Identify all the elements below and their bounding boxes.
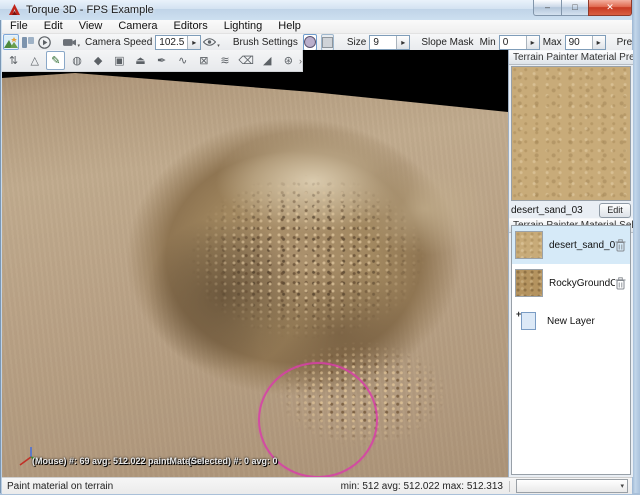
menu-help[interactable]: Help [270,20,309,33]
menu-editors[interactable]: Editors [165,20,215,33]
visibility-flyout-arrow: ▾ [217,43,220,49]
menu-view[interactable]: View [71,20,111,33]
minimize-icon: – [545,3,550,12]
app-logo-icon [8,4,21,16]
camera-menu-button[interactable]: ▾ [62,34,81,50]
window-border-right [632,0,640,495]
chevron-down-icon: ▾ [620,482,624,490]
grab-terrain-tool[interactable]: ⇅ [4,51,23,70]
status-separator [509,481,510,492]
brush-shape-ellipse-button[interactable] [303,34,317,51]
flatten-tool[interactable]: ▣ [110,51,129,70]
minimize-button[interactable]: – [533,0,562,16]
status-hint-text: Paint material on terrain [7,481,113,492]
play-game-button[interactable] [37,34,52,50]
slope-min-field[interactable]: 0 ▸ [499,35,540,50]
editor-panels-button[interactable] [21,34,35,50]
panels-icon [22,37,34,48]
main-toolbar: ▾ Camera Speed 102.5 ▸ ▾ Brush Settings … [2,34,632,51]
terrain-height-stats: min: 512 avg: 512.022 max: 512.313 [341,481,503,492]
window-title: Torque 3D - FPS Example [26,4,154,16]
terrain-editor-mode-button[interactable] [3,34,19,50]
camera-icon [63,38,76,47]
slope-max-value: 90 [566,37,592,48]
camera-flyout-arrow: ▾ [77,43,80,49]
menu-lighting[interactable]: Lighting [216,20,271,33]
material-preview-header: Terrain Painter Material Preview [509,50,633,65]
torque-3d-window: Torque 3D - FPS Example – □ ✕ File Edit … [0,0,640,495]
slope-min-label: Min [480,37,496,48]
title-bar: Torque 3D - FPS Example – □ ✕ [0,0,640,20]
material-item-rocky-ground-cover[interactable]: RockyGroundCover [512,264,630,302]
menu-edit[interactable]: Edit [36,20,71,33]
slope-mask-label: Slope Mask [421,37,473,48]
erase-tool[interactable]: ⌫ [237,51,256,70]
toolbar-overflow-icon[interactable]: › [299,56,302,66]
mouse-terrain-info: (Mouse) #: 69 avg: 512.022 paintMaterial [32,456,204,466]
status-bar: Paint material on terrain min: 512 avg: … [2,477,632,494]
visibility-menu-button[interactable]: ▾ [202,34,221,50]
brush-settings-label: Brush Settings [233,37,298,48]
brush-size-field[interactable]: 9 ▸ [369,35,410,50]
camera-speed-spinner[interactable]: ▸ [187,36,200,49]
window-controls: – □ ✕ [533,0,632,16]
eye-icon [203,38,216,46]
size-label: Size [347,37,366,48]
slope-max-spinner[interactable]: ▸ [592,36,605,49]
menu-file[interactable]: File [2,20,36,33]
close-button[interactable]: ✕ [588,0,632,16]
edit-material-button[interactable]: Edit [599,203,631,218]
play-icon [38,36,51,49]
selected-terrain-info: (Selected) #: 0 avg: 0 [188,456,278,466]
paint-noise-tool[interactable]: ◆ [89,51,108,70]
delete-layer-icon[interactable] [615,239,626,252]
slope-max-label: Max [543,37,562,48]
status-dropdown[interactable]: ▾ [516,479,628,493]
viewport-3d[interactable]: (Mouse) #: 69 avg: 512.022 paintMaterial… [2,50,508,477]
terrain-ground [2,50,508,477]
material-thumbnail [515,231,543,259]
paint-material-tool[interactable]: ✎ [46,51,65,70]
brush-size-value: 9 [370,37,396,48]
brush-size-spinner[interactable]: ▸ [396,36,409,49]
ramp-tool[interactable]: ◢ [258,51,277,70]
mountain-icon [4,36,18,48]
menu-bar: File Edit View Camera Editors Lighting H… [2,20,632,34]
camera-speed-field[interactable]: 102.5 ▸ [155,35,201,50]
material-thumbnail [515,269,543,297]
maximize-icon: □ [572,3,577,12]
clear-tool[interactable]: ✒ [152,51,171,70]
soften-tool[interactable]: ≋ [215,51,234,70]
select-tool[interactable]: ⊠ [194,51,213,70]
material-name-row: desert_sand_03 Edit [509,202,633,218]
material-item-new-layer[interactable]: + New Layer [512,302,630,340]
camera-speed-value: 102.5 [156,37,187,48]
delete-layer-icon[interactable] [615,277,626,290]
raise-height-tool[interactable]: △ [25,51,44,70]
selected-material-name: desert_sand_03 [511,205,599,216]
material-list: desert_sand_03 RockyGroundCover [511,225,631,475]
new-layer-icon: + [515,308,541,334]
slope-min-spinner[interactable]: ▸ [526,36,539,49]
ellipse-brush-icon [304,36,316,48]
navigate-tool[interactable]: ⊛ [279,51,298,70]
slope-min-value: 0 [500,37,526,48]
terrain-painter-panel: Terrain Painter Material Preview desert_… [508,50,633,477]
camera-speed-label: Camera Speed [85,37,152,48]
brush-shape-box-button[interactable] [321,34,334,51]
smudge-tool[interactable]: ∿ [173,51,192,70]
menu-camera[interactable]: Camera [110,20,165,33]
material-item-desert-sand[interactable]: desert_sand_03 [512,226,630,264]
smooth-tool[interactable]: ◍ [67,51,86,70]
terrain-tools-toolbar: ⇅ △ ✎ ◍ ◆ ▣ ⏏ ✒ ∿ ⊠ ≋ ⌫ ◢ ⊛ › [2,50,303,72]
maximize-button[interactable]: □ [562,0,588,16]
slope-max-field[interactable]: 90 ▸ [565,35,606,50]
set-height-tool[interactable]: ⏏ [131,51,150,70]
close-icon: ✕ [606,3,614,12]
box-brush-icon [322,37,333,48]
material-preview-image [511,66,631,201]
